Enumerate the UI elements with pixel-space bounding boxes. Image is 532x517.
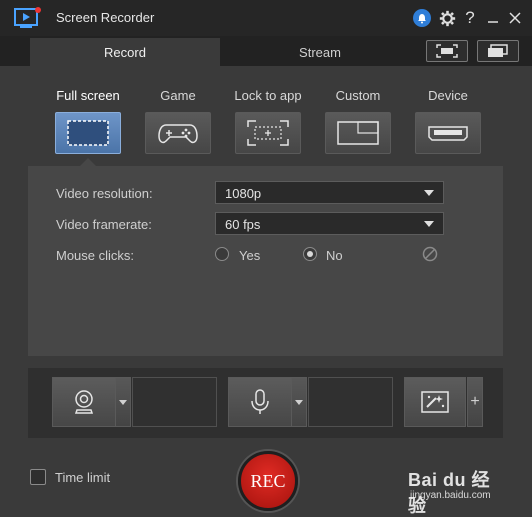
time-limit-checkbox[interactable]	[30, 469, 46, 485]
capture-mode-label: Game	[160, 88, 196, 103]
framerate-label: Video framerate:	[56, 217, 152, 232]
monitor-icon	[488, 44, 508, 57]
help-icon: ?	[465, 8, 475, 27]
gamepad-icon	[158, 124, 198, 144]
resolution-label: Video resolution:	[56, 186, 153, 201]
microphone-icon	[251, 389, 269, 414]
webcam-button[interactable]	[52, 377, 116, 427]
screen-capture-icon	[436, 44, 458, 58]
capture-mode-label: Device	[428, 88, 468, 103]
window-mode-button[interactable]	[477, 40, 519, 62]
webcam-dropdown[interactable]	[115, 377, 131, 427]
minimize-icon	[488, 21, 498, 23]
tab-stream[interactable]: Stream	[220, 38, 420, 66]
microphone-button[interactable]	[228, 377, 292, 427]
chevron-down-icon	[119, 399, 127, 405]
window-title: Screen Recorder	[56, 10, 155, 25]
app-logo-icon	[14, 7, 41, 28]
tab-bar: Record Stream	[0, 36, 532, 66]
screen-mode-button[interactable]	[426, 40, 468, 62]
full-screen-button[interactable]	[55, 112, 121, 154]
capture-mode-label: Lock to app	[234, 88, 302, 103]
mouse-clicks-no-radio[interactable]	[303, 247, 317, 261]
resolution-value: 1080p	[225, 186, 262, 201]
record-panel: Full screen Game Lock to app Custom Devi	[0, 66, 532, 517]
capture-mode-label: Custom	[335, 88, 381, 103]
notification-button[interactable]	[412, 8, 432, 28]
help-button[interactable]: ?	[460, 8, 480, 28]
framerate-dropdown[interactable]: 60 fps	[215, 212, 444, 235]
microphone-dropdown[interactable]	[291, 377, 307, 427]
mouse-clicks-yes-radio[interactable]	[215, 247, 229, 261]
capture-mode-label: Full screen	[56, 88, 120, 103]
device-icon	[428, 126, 468, 141]
chevron-down-icon	[424, 221, 434, 227]
lock-to-app-icon	[247, 120, 289, 146]
disabled-icon	[422, 246, 438, 262]
close-icon	[509, 12, 521, 24]
watermark: Bai du 经验 jingyan.baidu.com	[408, 466, 508, 516]
mouse-clicks-yes-label: Yes	[239, 248, 261, 263]
custom-region-icon	[337, 121, 379, 145]
effects-button[interactable]	[404, 377, 466, 427]
chevron-down-icon	[424, 190, 434, 196]
device-bar: +	[28, 368, 503, 438]
minimize-button[interactable]	[483, 8, 503, 28]
title-bar: Screen Recorder ?	[0, 0, 532, 36]
close-button[interactable]	[505, 8, 525, 28]
webcam-preview	[132, 377, 217, 427]
chevron-down-icon	[295, 399, 303, 405]
bell-icon	[413, 9, 431, 27]
add-device-button[interactable]: +	[467, 377, 483, 427]
watermark-url: jingyan.baidu.com	[410, 490, 491, 501]
full-screen-icon	[67, 120, 109, 146]
record-button[interactable]: REC	[238, 451, 298, 511]
game-button[interactable]	[145, 112, 211, 154]
active-mode-pointer	[80, 158, 96, 166]
mouse-clicks-no-label: No	[326, 248, 343, 263]
resolution-dropdown[interactable]: 1080p	[215, 181, 444, 204]
capture-settings: Video resolution: 1080p Video framerate:…	[28, 166, 503, 356]
tab-record[interactable]: Record	[30, 38, 220, 66]
settings-button[interactable]	[437, 8, 457, 28]
gear-icon	[439, 10, 455, 26]
time-limit-label: Time limit	[55, 470, 111, 485]
effects-icon	[421, 391, 449, 413]
framerate-value: 60 fps	[225, 217, 261, 232]
lock-to-app-button[interactable]	[235, 112, 301, 154]
device-button[interactable]	[415, 112, 481, 154]
rec-label: REC	[250, 470, 286, 491]
mouse-clicks-label: Mouse clicks:	[56, 248, 135, 263]
custom-button[interactable]	[325, 112, 391, 154]
webcam-icon	[74, 390, 94, 414]
microphone-level	[308, 377, 393, 427]
